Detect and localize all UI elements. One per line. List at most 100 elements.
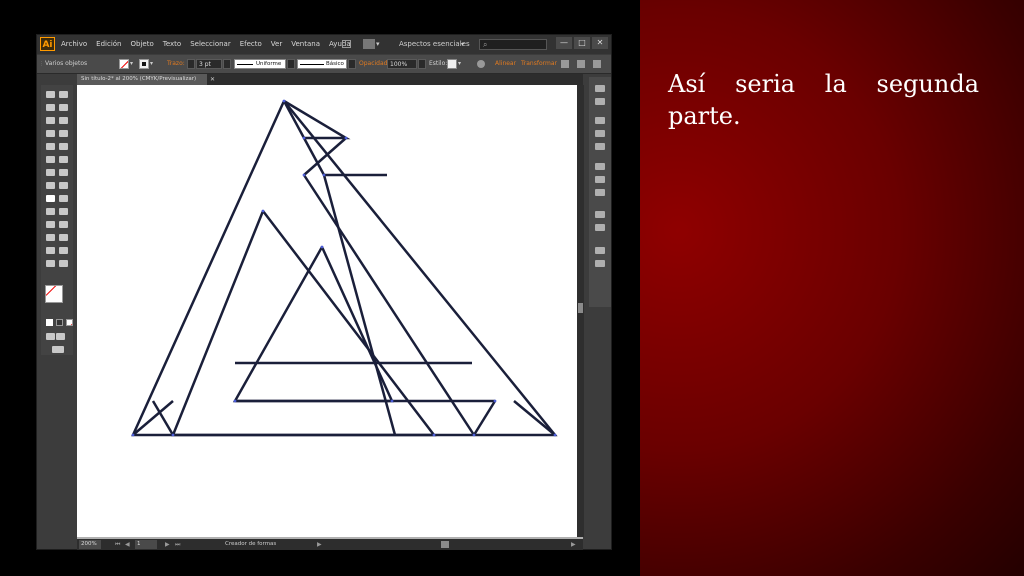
horizontal-scroll-thumb[interactable] [441,541,449,548]
close-button[interactable]: ✕ [592,37,608,49]
minimize-button[interactable]: — [556,37,572,49]
opacity-label[interactable]: Opacidad: [359,55,390,73]
draw-behind-icon[interactable] [56,333,65,340]
brush-definition-dropdown[interactable]: Básico [297,59,347,69]
transparency-panel-icon[interactable] [595,189,605,196]
screen-mode-icon[interactable] [52,346,64,353]
bridge-icon[interactable] [342,40,351,48]
vertical-scroll-thumb[interactable] [578,303,583,313]
document-tab[interactable]: Sin título-2* al 200% (CMYK/Previsualiza… [77,74,207,85]
selection-tool-icon[interactable] [46,91,55,98]
symbol-sprayer-tool-icon[interactable] [46,234,55,241]
outer-triangle-path[interactable] [302,137,326,176]
prev-page-icon[interactable]: ◀ [125,539,130,550]
swatches-panel-icon[interactable] [595,117,605,124]
mesh-tool-icon[interactable] [46,208,55,215]
type-tool-icon[interactable] [59,117,68,124]
opacity-dropdown[interactable] [418,59,426,69]
status-text[interactable]: Creador de formas [225,539,276,550]
eyedropper-tool-icon[interactable] [46,221,55,228]
artboard-number-field[interactable]: 1 [135,540,157,549]
arrange-documents-icon[interactable] [363,39,375,49]
isolate-icon[interactable] [561,60,569,68]
color-mode-icon[interactable] [46,319,53,326]
color-panel-icon[interactable] [595,85,605,92]
eraser-tool-icon[interactable] [59,156,68,163]
zoom-level-field[interactable]: 200% [79,540,101,549]
menu-archivo[interactable]: Archivo [61,35,87,54]
pen-tool-icon[interactable] [46,117,55,124]
inner-triangle-path[interactable] [132,400,174,436]
gradient-mode-icon[interactable] [56,319,63,326]
vertical-scrollbar[interactable] [577,85,584,537]
menu-edicion[interactable]: Edición [96,35,121,54]
artboard-tool-icon[interactable] [46,247,55,254]
chevron-down-icon[interactable]: ▾ [150,59,153,69]
opacity-field[interactable]: 100% [387,59,417,69]
triangle-artwork[interactable] [77,85,577,537]
artboard[interactable] [77,85,577,537]
recolor-icon[interactable] [477,60,485,68]
rectangle-tool-icon[interactable] [59,130,68,137]
graphic-style-swatch[interactable] [447,59,457,69]
search-input[interactable]: ⌕ [479,39,547,50]
menu-seleccionar[interactable]: Seleccionar [190,35,231,54]
status-menu-icon[interactable]: ▶ [317,539,322,550]
menu-efecto[interactable]: Efecto [240,35,262,54]
rotate-tool-icon[interactable] [46,169,55,176]
menu-ver[interactable]: Ver [271,35,282,54]
column-graph-tool-icon[interactable] [59,234,68,241]
outer-triangle-path[interactable] [131,100,558,437]
shape-builder-tool-icon[interactable] [46,195,55,202]
perspective-grid-tool-icon[interactable] [59,195,68,202]
lasso-tool-icon[interactable] [59,104,68,111]
artboards-panel-icon[interactable] [595,260,605,267]
menu-ventana[interactable]: Ventana [291,35,320,54]
control-menu-icon[interactable] [593,60,601,68]
workspace-switcher[interactable]: Aspectos esenciales [399,35,470,54]
first-page-icon[interactable]: ⏮ [115,539,120,550]
scale-tool-icon[interactable] [59,169,68,176]
blob-brush-tool-icon[interactable] [46,156,55,163]
stroke-weight-dropdown[interactable] [223,59,231,69]
stroke-label[interactable]: Trazo: [167,55,185,73]
chevron-down-icon[interactable]: ▾ [376,39,380,49]
brush-chevron[interactable] [348,59,356,69]
width-tool-icon[interactable] [46,182,55,189]
next-page-icon[interactable]: ▶ [165,539,170,550]
color-guide-panel-icon[interactable] [595,98,605,105]
menu-objeto[interactable]: Objeto [131,35,154,54]
hand-tool-icon[interactable] [46,260,55,267]
brushes-panel-icon[interactable] [595,130,605,137]
stroke-swatch[interactable] [139,59,149,69]
chevron-down-icon[interactable]: ▾ [461,35,464,54]
profile-chevron[interactable] [287,59,295,69]
stroke-panel-icon[interactable] [595,163,605,170]
free-transform-tool-icon[interactable] [59,182,68,189]
last-page-icon[interactable]: ⏭ [175,539,180,550]
scroll-right-icon[interactable]: ▶ [571,539,576,550]
symbols-panel-icon[interactable] [595,143,605,150]
inner-triangle-path[interactable] [151,400,175,436]
layers-panel-icon[interactable] [595,247,605,254]
pencil-tool-icon[interactable] [59,143,68,150]
transform-label[interactable]: Transformar [521,55,557,73]
gradient-tool-icon[interactable] [59,208,68,215]
chevron-down-icon[interactable]: ▾ [130,59,133,69]
drawing-mode-icon[interactable] [46,333,55,340]
zoom-tool-icon[interactable] [59,260,68,267]
stroke-weight-field[interactable]: 3 pt [196,59,222,69]
close-tab-icon[interactable]: ✕ [210,74,215,85]
magic-wand-tool-icon[interactable] [46,104,55,111]
align-label[interactable]: Alinear [495,55,516,73]
stroke-stepper[interactable] [187,59,195,69]
appearance-panel-icon[interactable] [595,211,605,218]
inner-triangle-path[interactable] [513,400,556,436]
graphic-styles-panel-icon[interactable] [595,224,605,231]
maximize-button[interactable]: □ [574,37,590,49]
gradient-panel-icon[interactable] [595,176,605,183]
none-mode-icon[interactable] [66,319,73,326]
inner-triangle-path[interactable] [232,246,394,403]
direct-selection-tool-icon[interactable] [59,91,68,98]
fill-color-icon[interactable] [45,285,63,303]
